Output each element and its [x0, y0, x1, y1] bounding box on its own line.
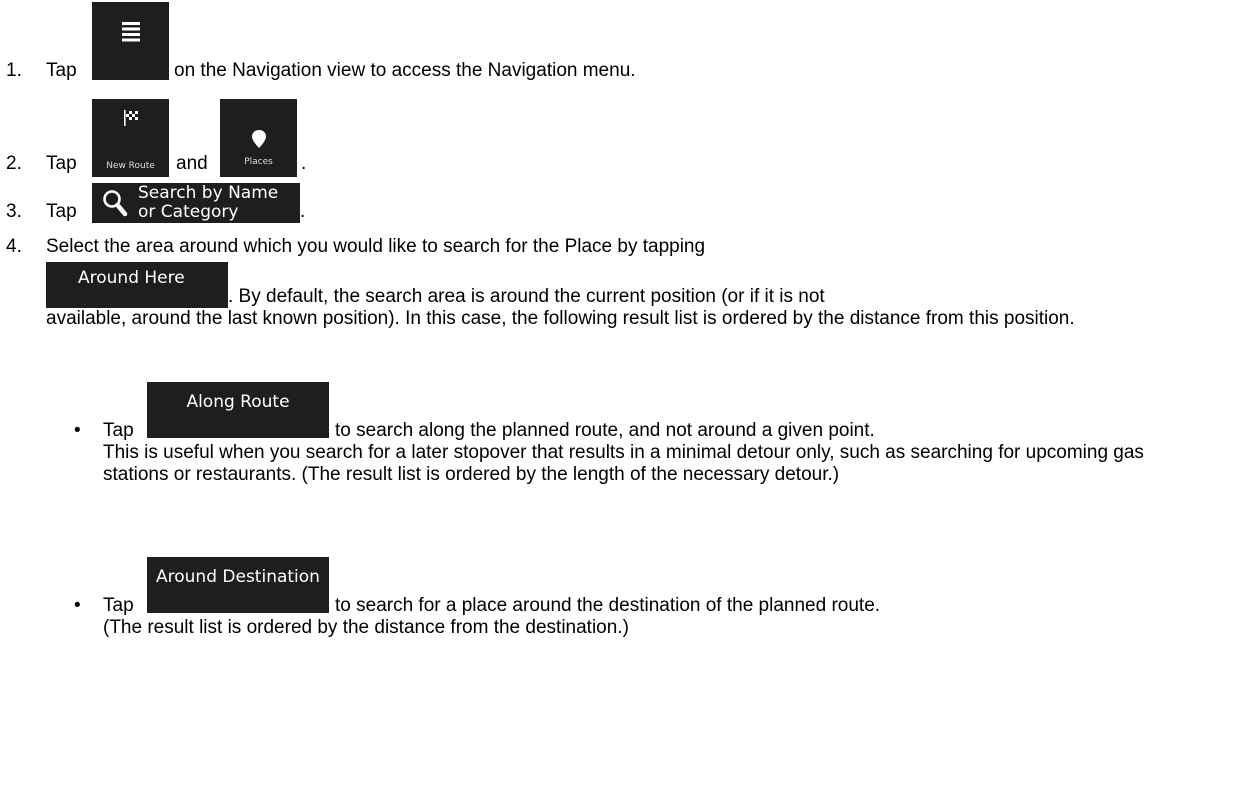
menu-button[interactable]	[92, 2, 169, 80]
search-label-line-1: Search by Name	[138, 183, 279, 203]
bullet-2-text-after: to search for a place around the destina…	[335, 595, 881, 616]
menu-icon	[121, 22, 140, 42]
bullet-1-tap: Tap	[103, 420, 134, 441]
step-3-tap: Tap	[46, 201, 77, 222]
step-1-tap: Tap	[46, 60, 77, 81]
step-1-text: on the Navigation view to access the Nav…	[174, 60, 636, 81]
around-here-label: Around Here	[78, 268, 185, 288]
search-label-line-2: or Category	[138, 202, 239, 222]
step-4-number: 4.	[6, 236, 22, 257]
along-route-button[interactable]: Along Route	[147, 382, 329, 438]
bullet-1-text-after: to search along the planned route, and n…	[335, 420, 875, 441]
step-4-text-after-button: . By default, the search area is around …	[228, 286, 825, 307]
step-2-number: 2.	[6, 153, 22, 174]
places-button[interactable]: Places	[220, 99, 297, 177]
step-2-and: and	[176, 153, 208, 174]
new-route-label: New Route	[106, 161, 155, 171]
step-4-text-line-1: Select the area around which you would l…	[46, 236, 706, 257]
bullet-2-tap: Tap	[103, 595, 134, 616]
map-pin-icon	[251, 130, 266, 148]
around-here-button[interactable]: Around Here	[46, 262, 228, 308]
bullet-2-text-rest: (The result list is ordered by the dista…	[103, 617, 629, 638]
checkered-flag-icon	[123, 110, 138, 126]
step-2-tap: Tap	[46, 153, 77, 174]
step-1-number: 1.	[6, 60, 22, 81]
around-destination-label: Around Destination	[156, 567, 320, 587]
around-destination-button[interactable]: Around Destination	[147, 557, 329, 613]
bullet-1-marker: •	[74, 420, 81, 441]
new-route-button[interactable]: New Route	[92, 99, 169, 177]
places-label: Places	[244, 157, 273, 167]
search-by-name-button[interactable]: Search by Name or Category	[92, 183, 300, 223]
search-icon	[103, 190, 128, 217]
bullet-2-marker: •	[74, 595, 81, 616]
step-3-period: .	[300, 201, 306, 222]
step-4-text-rest: available, around the last known positio…	[46, 308, 1075, 329]
along-route-label: Along Route	[186, 392, 290, 412]
bullet-1-text-rest: This is useful when you search for a lat…	[103, 442, 1144, 485]
step-2-period: .	[301, 153, 307, 174]
step-3-number: 3.	[6, 201, 22, 222]
